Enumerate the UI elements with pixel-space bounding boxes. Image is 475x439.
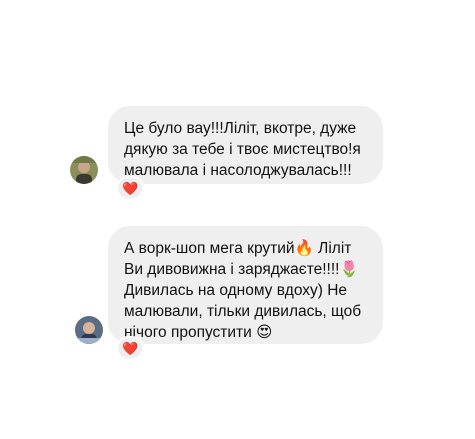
message-text-line: дякую за тебе і твоє мистецтво!я	[124, 141, 361, 158]
message-bubble[interactable]: Це було вау!!!Ліліт, вкотре, дуже дякую …	[108, 106, 383, 184]
message-text-line: Ви дивовижна і заряджаєте!!!!🌷	[124, 261, 359, 278]
message-text-line: Дивилась на одному вдоху) Не	[124, 282, 348, 299]
message-text-line: Це було вау!!!Ліліт, вкотре, дуже	[124, 120, 357, 137]
heart-reaction-icon: ❤️	[122, 340, 139, 356]
avatar-photo-icon	[75, 316, 103, 344]
message-text-line: малювали, тільки дивилась, щоб	[124, 303, 362, 320]
heart-reaction-badge[interactable]: ❤️	[116, 176, 145, 200]
message-text-line: малювала і насолоджувалась!!!	[124, 162, 352, 179]
message-bubble[interactable]: А ворк-шоп мега крутий🔥 Ліліт Ви дивовиж…	[108, 226, 383, 344]
heart-reaction-badge[interactable]: ❤️	[116, 336, 145, 360]
message-text-line: нічого пропустити 😍	[124, 324, 273, 341]
message-text-line: А ворк-шоп мега крутий🔥 Ліліт	[124, 240, 352, 257]
heart-reaction-icon: ❤️	[122, 180, 139, 196]
sender-avatar[interactable]	[70, 156, 98, 184]
avatar-photo-icon	[70, 156, 98, 184]
sender-avatar[interactable]	[75, 316, 103, 344]
